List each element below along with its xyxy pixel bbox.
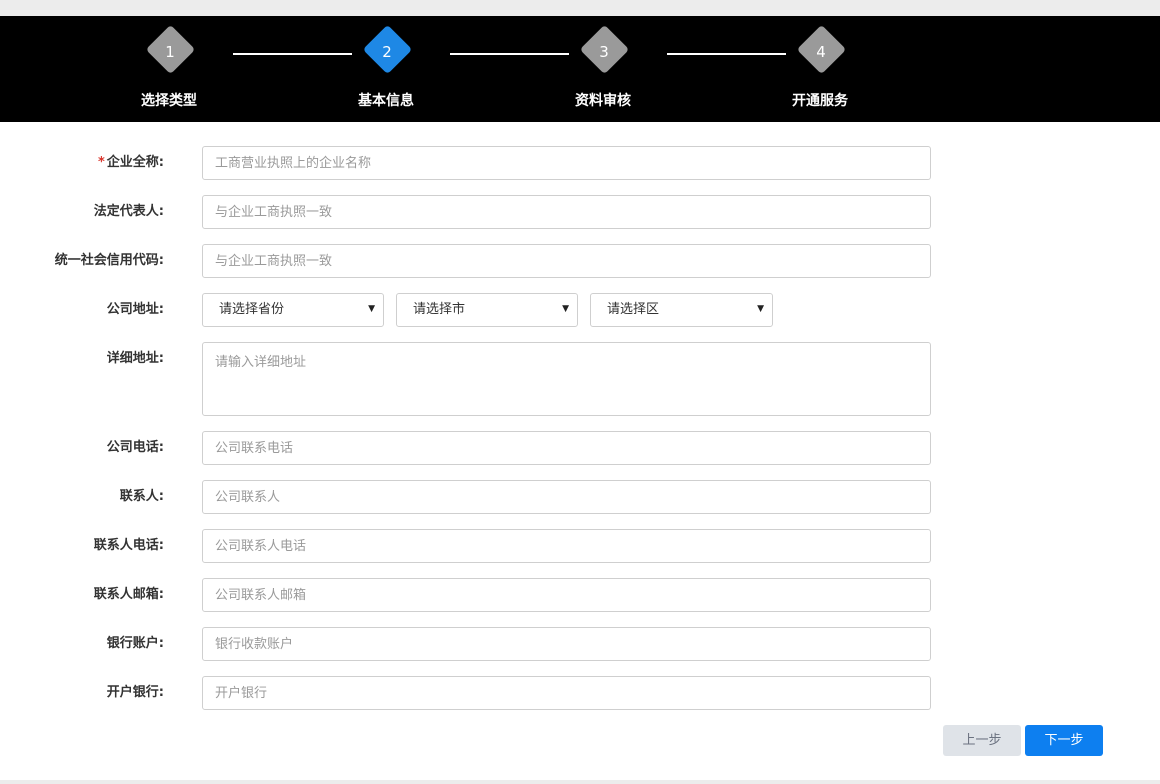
address-label: 公司地址: [106, 302, 164, 317]
legal-rep-label: 法定代表人: [93, 204, 164, 219]
contact-input[interactable] [202, 480, 931, 514]
detail-address-label: 详细地址: [106, 351, 164, 366]
bank-name-label: 开户银行: [106, 685, 164, 700]
detail-address-textarea[interactable] [202, 342, 931, 416]
province-select[interactable]: 请选择省份 ▼ [202, 293, 384, 327]
caret-down-icon: ▼ [757, 304, 764, 314]
credit-code-input[interactable] [202, 244, 931, 278]
contact-label: 联系人: [119, 489, 164, 504]
contact-email-label: 联系人邮箱: [93, 587, 164, 602]
company-name-label: * 企业全称: [97, 155, 164, 170]
caret-down-icon: ▼ [562, 304, 569, 314]
step-label: 开通服务 [792, 93, 848, 109]
bottom-strip [0, 780, 1160, 784]
top-strip [0, 0, 1160, 16]
step-connector [450, 53, 569, 55]
contact-phone-label: 联系人电话: [93, 538, 164, 553]
step-2: 2 基本信息 [346, 16, 426, 122]
step-connector [667, 53, 786, 55]
company-phone-label: 公司电话: [106, 440, 164, 455]
contact-email-input[interactable] [202, 578, 931, 612]
city-select-value: 请选择市 [413, 302, 466, 317]
legal-rep-input[interactable] [202, 195, 931, 229]
step-connector [233, 53, 352, 55]
step-3: 3 资料审核 [563, 16, 643, 122]
step-number: 4 [816, 43, 826, 61]
province-select-value: 请选择省份 [219, 302, 285, 317]
city-select[interactable]: 请选择市 ▼ [396, 293, 578, 327]
bank-name-input[interactable] [202, 676, 931, 710]
caret-down-icon: ▼ [368, 304, 375, 314]
next-step-button[interactable]: 下一步 [1025, 725, 1103, 756]
step-4: 4 开通服务 [780, 16, 860, 122]
company-name-input[interactable] [202, 146, 931, 180]
company-phone-input[interactable] [202, 431, 931, 465]
step-label: 选择类型 [141, 93, 197, 109]
step-1: 1 选择类型 [129, 16, 209, 122]
contact-phone-input[interactable] [202, 529, 931, 563]
step-label: 基本信息 [358, 93, 414, 109]
required-mark: * [97, 155, 105, 170]
step-number: 2 [382, 43, 392, 61]
step-label: 资料审核 [575, 93, 631, 109]
prev-step-button[interactable]: 上一步 [943, 725, 1021, 756]
step-number: 3 [599, 43, 609, 61]
step-number: 1 [165, 43, 175, 61]
progress-stepper: 1 选择类型 2 基本信息 3 资料审核 4 开通服务 [0, 16, 1160, 122]
credit-code-label: 统一社会信用代码: [54, 253, 164, 268]
bank-account-input[interactable] [202, 627, 931, 661]
district-select[interactable]: 请选择区 ▼ [590, 293, 773, 327]
bank-account-label: 银行账户: [106, 636, 164, 651]
district-select-value: 请选择区 [607, 302, 660, 317]
